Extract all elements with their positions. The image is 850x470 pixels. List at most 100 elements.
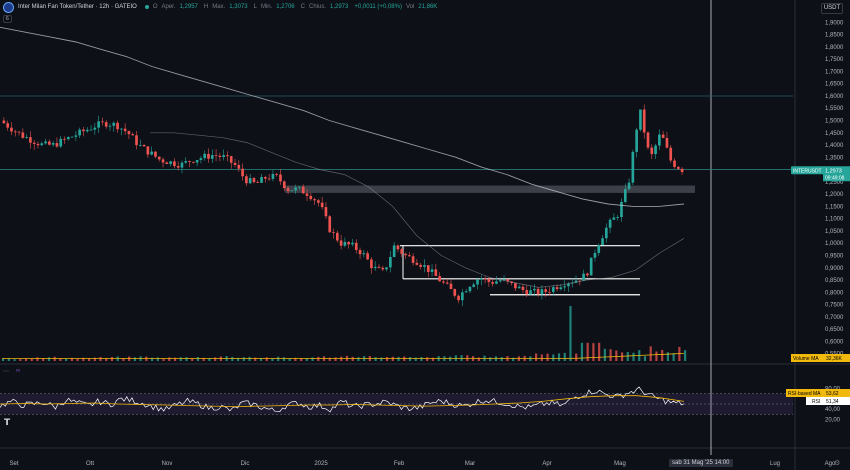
candle-body — [597, 244, 601, 253]
candle-body — [483, 278, 487, 280]
candle-body — [551, 287, 555, 292]
volume-ma-label: Volume MA — [793, 356, 819, 362]
time-tick-label: Ott — [86, 461, 94, 467]
price-tick-label: 1,0000 — [825, 241, 844, 247]
rsi-pane-menu-icon[interactable]: ⋯ — [3, 368, 9, 375]
candle-body — [548, 291, 551, 293]
ma-line-slow — [0, 26, 685, 207]
volume-bar — [162, 358, 165, 361]
close-prefix: Chius. — [308, 4, 326, 10]
candle-body — [226, 155, 229, 157]
candle-body — [354, 242, 358, 250]
candle-body — [442, 281, 445, 283]
candle-body — [426, 265, 430, 272]
volume-bar — [586, 342, 589, 361]
candle-body — [521, 286, 525, 291]
price-tick-label: 1,2000 — [825, 192, 844, 198]
bar-countdown-label: 09:49:08 — [825, 175, 845, 181]
candle-body — [415, 262, 419, 265]
candle-body — [135, 135, 138, 146]
candle-body — [313, 199, 316, 201]
candle-body — [29, 137, 32, 143]
low-prefix: Min. — [260, 4, 273, 10]
volume-bar — [99, 357, 102, 361]
rsi-ma-label: RSI-based MA — [788, 391, 821, 397]
price-tick-label: 1,8500 — [825, 33, 844, 39]
volume-bar — [110, 357, 114, 361]
candle-body — [13, 131, 17, 133]
chart-canvas[interactable]: 1,9000 1,8500 1,8000 1,7500 1,7000 1,6500 1,60… — [0, 0, 850, 470]
candle-body — [370, 259, 373, 269]
candle-body — [55, 143, 59, 147]
candle-body — [10, 127, 13, 132]
price-tick-label: 1,0500 — [825, 229, 844, 235]
time-axis-settings-icon[interactable]: ⚙ — [834, 459, 840, 467]
candle-body — [6, 123, 10, 128]
volume-bar — [168, 357, 171, 361]
volume-bar — [357, 357, 360, 361]
volume-bar — [156, 357, 159, 361]
volume-bar — [620, 352, 624, 361]
volume-bar — [242, 357, 245, 361]
volume-bar — [282, 357, 286, 361]
price-tick-label: 1,1000 — [825, 217, 844, 223]
rsi-indicator-icon[interactable]: ∞ — [16, 368, 24, 374]
candle-body — [290, 190, 294, 192]
candle-body — [154, 151, 157, 157]
rsi-label: RSI — [812, 399, 820, 405]
candle-body — [184, 161, 188, 163]
candle-body — [218, 155, 222, 158]
candle-body — [271, 173, 275, 179]
candle-body — [529, 290, 532, 295]
candle-body — [582, 273, 585, 281]
volume-bar — [557, 353, 561, 361]
candle-body — [305, 193, 309, 196]
price-tick-label: 1,5500 — [825, 106, 844, 112]
candle-body — [563, 286, 566, 288]
candle-body — [275, 173, 279, 175]
candle-body — [389, 256, 392, 268]
volume-bar — [643, 356, 647, 361]
candle-body — [222, 155, 225, 158]
price-tick-label: 0,8000 — [825, 290, 844, 296]
candle-body — [44, 141, 47, 144]
candle-body — [612, 217, 616, 220]
symbol-title[interactable]: Inter Milan Fan Token/Tether · 12h · GAT… — [18, 4, 137, 10]
candle-body — [396, 245, 400, 250]
price-tick-label: 1,9000 — [825, 20, 844, 26]
volume-bar — [13, 359, 16, 361]
candle-body — [161, 159, 165, 163]
candle-body — [112, 122, 116, 126]
candle-body — [411, 256, 415, 263]
candle-body — [25, 137, 28, 138]
currency-button[interactable]: USDT — [821, 3, 843, 14]
volume-bar — [609, 349, 612, 361]
candle-body — [525, 290, 529, 295]
candle-body — [559, 287, 563, 290]
candle-body — [464, 291, 468, 293]
volume-bar — [214, 357, 217, 361]
volume-bar — [420, 356, 423, 361]
candle-body — [176, 165, 180, 168]
candle-body — [423, 265, 426, 267]
candle-body — [491, 282, 494, 284]
candle-body — [476, 279, 479, 285]
volume-bar — [534, 353, 538, 361]
candle-body — [127, 131, 131, 135]
volume-bar — [385, 356, 389, 361]
candle-body — [669, 147, 673, 161]
volume-bar — [196, 356, 200, 361]
tradingview-logo-icon[interactable]: T — [4, 418, 10, 428]
candle-body — [616, 217, 620, 218]
last-price-label: 1,2973 — [825, 168, 842, 174]
volume-bar — [30, 358, 33, 361]
candle-body — [407, 255, 411, 257]
candle-body — [335, 232, 339, 241]
chart-window: 1,9000 1,8500 1,8000 1,7500 1,7000 1,6500 1,60… — [0, 0, 850, 470]
close-value: 1,2973 — [330, 4, 349, 10]
candle-body — [498, 280, 502, 282]
indicators-collapse-button[interactable]: 6 — [3, 15, 12, 23]
candle-body — [650, 147, 654, 155]
volume-label: Vol — [405, 4, 415, 10]
candle-body — [593, 252, 597, 258]
